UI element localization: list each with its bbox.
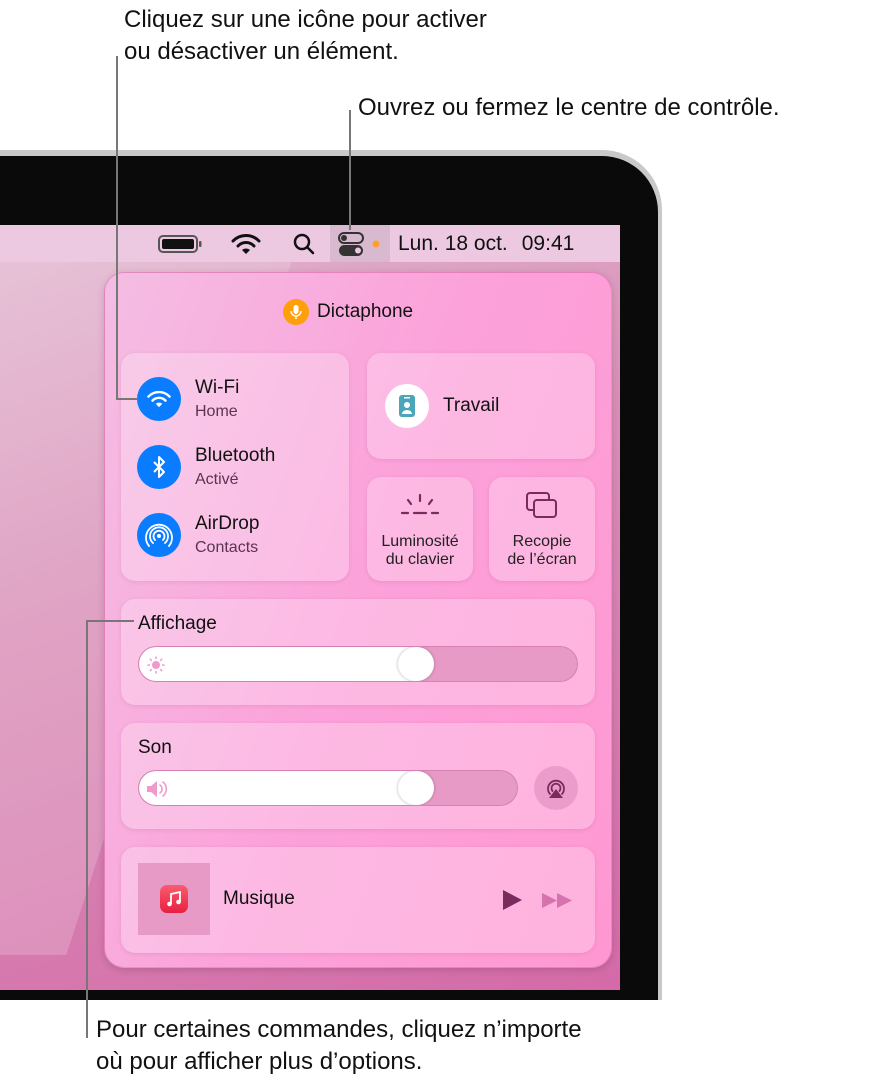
- focus-label: Travail: [443, 395, 500, 416]
- clock[interactable]: Lun. 18 oct. 09:41: [398, 225, 574, 262]
- keyboard-brightness-icon: [400, 493, 440, 515]
- microphone-icon: [283, 299, 309, 325]
- callout-options-line1: Pour certaines commandes, cliquez n’impo…: [96, 1016, 582, 1043]
- airplay-audio-button[interactable]: [534, 766, 578, 810]
- callout-control-center: Ouvrez ou fermez le centre de contrôle.: [358, 94, 780, 121]
- now-playing-label: Musique: [223, 888, 295, 909]
- time-text: 09:41: [521, 231, 575, 255]
- network-tile: Wi-Fi Home Bluetooth Activé AirDrop Cont…: [121, 353, 349, 581]
- screen-mirroring-line2: de l’écran: [507, 551, 577, 568]
- airdrop-label: AirDrop: [195, 513, 260, 534]
- music-app-icon: [160, 885, 188, 913]
- screen-mirroring-line1: Recopie: [512, 533, 572, 550]
- search-icon[interactable]: [292, 225, 316, 262]
- airplay-audio-icon: [547, 779, 565, 798]
- callout-options-line2: où pour afficher plus d’options.: [96, 1048, 423, 1075]
- airdrop-icon[interactable]: [137, 513, 181, 557]
- volume-slider-fill: [139, 771, 435, 805]
- volume-slider[interactable]: [138, 770, 518, 806]
- callout-leader-options-end: [86, 620, 134, 622]
- sound-tile[interactable]: Son: [121, 723, 595, 829]
- mic-app-label: Dictaphone: [317, 301, 414, 322]
- battery-icon[interactable]: [158, 225, 204, 262]
- callout-leader-toggle-end: [116, 398, 138, 400]
- bluetooth-icon[interactable]: [137, 445, 181, 489]
- date-text: Lun. 18 oct.: [398, 231, 508, 255]
- callout-leader-options: [86, 620, 88, 1038]
- bluetooth-label: Bluetooth: [195, 445, 276, 466]
- screen-mirroring-icon: [526, 492, 557, 518]
- now-playing-tile[interactable]: Musique: [121, 847, 595, 953]
- speaker-icon: [147, 781, 168, 797]
- sound-label: Son: [138, 737, 172, 758]
- focus-tile[interactable]: Travail: [367, 353, 595, 459]
- wifi-status: Home: [195, 403, 238, 420]
- keyboard-brightness-line2: du clavier: [385, 551, 455, 568]
- display-tile[interactable]: Affichage: [121, 599, 595, 705]
- fast-forward-icon[interactable]: [541, 892, 573, 909]
- album-art: [138, 863, 210, 935]
- callout-leader-toggle: [116, 56, 118, 400]
- brightness-slider-knob[interactable]: [398, 647, 435, 681]
- callout-leader-control-center: [349, 110, 351, 230]
- callout-toggle-line1: Cliquez sur une icône pour activer: [124, 6, 487, 33]
- screen: Lun. 18 oct. 09:41 Dictaphone Wi-Fi Home…: [0, 225, 620, 990]
- bluetooth-status: Activé: [195, 471, 239, 488]
- wifi-label: Wi-Fi: [195, 377, 240, 398]
- control-center-button[interactable]: [330, 225, 390, 262]
- keyboard-brightness-line1: Luminosité: [381, 533, 459, 550]
- sun-icon: [147, 656, 165, 674]
- brightness-slider[interactable]: [138, 646, 578, 682]
- callout-toggle-line2: ou désactiver un élément.: [124, 38, 399, 65]
- control-center-panel: Dictaphone Wi-Fi Home Bluetooth Activé A…: [104, 272, 612, 968]
- wifi-icon[interactable]: [230, 225, 262, 262]
- keyboard-brightness-tile[interactable]: Luminosité du clavier: [367, 477, 473, 581]
- control-center-icon: [338, 231, 380, 256]
- screen-mirroring-tile[interactable]: Recopie de l’écran: [489, 477, 595, 581]
- menu-bar: Lun. 18 oct. 09:41: [0, 225, 620, 262]
- brightness-slider-fill: [139, 647, 435, 681]
- play-icon[interactable]: [501, 889, 523, 911]
- mic-indicator: Dictaphone: [283, 299, 413, 325]
- id-badge-icon: [385, 384, 429, 428]
- display-label: Affichage: [138, 613, 217, 634]
- airdrop-status: Contacts: [195, 539, 259, 556]
- wifi-icon[interactable]: [137, 377, 181, 421]
